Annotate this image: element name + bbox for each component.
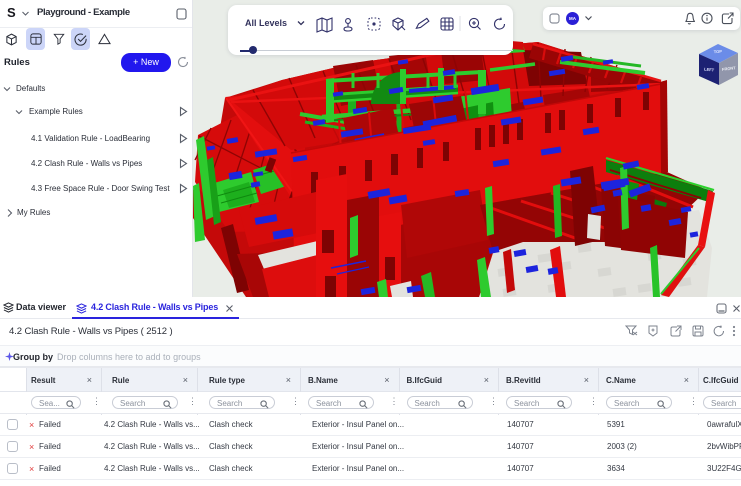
svg-text:TOP: TOP [714,49,723,55]
